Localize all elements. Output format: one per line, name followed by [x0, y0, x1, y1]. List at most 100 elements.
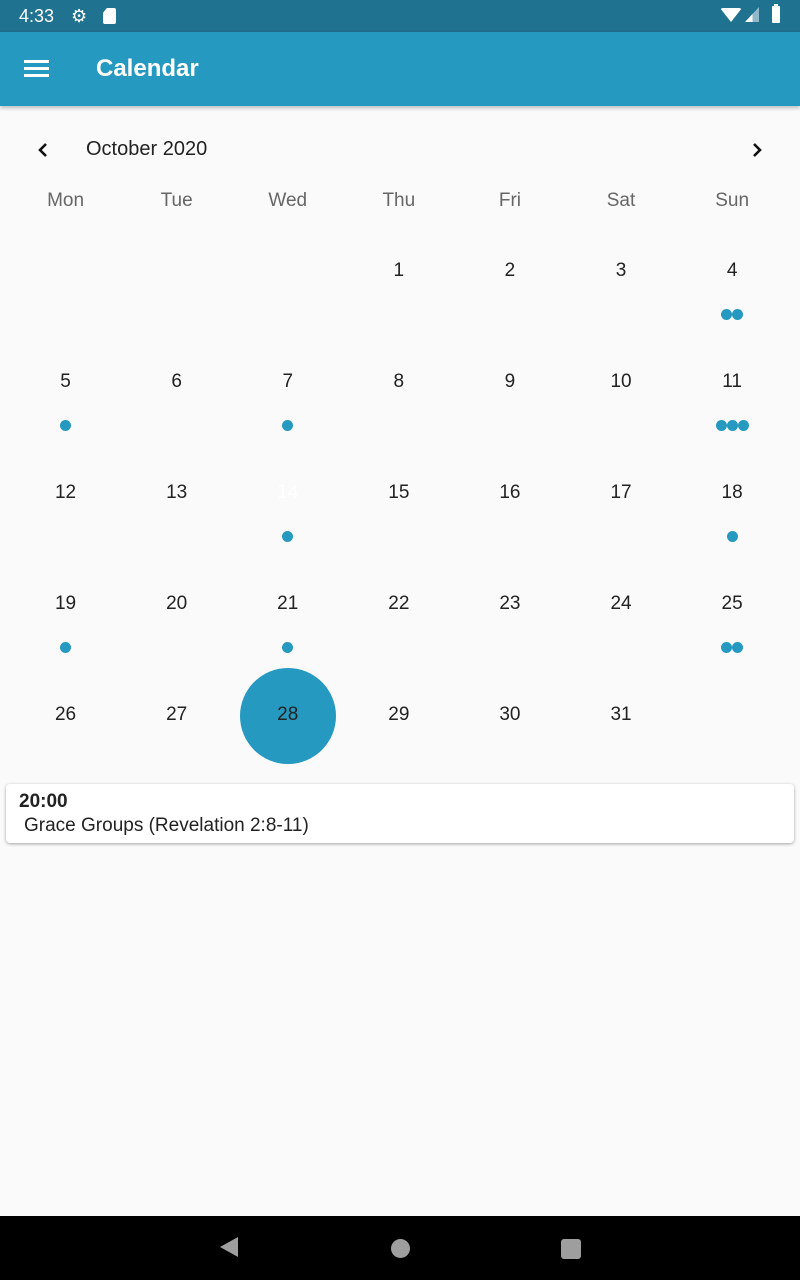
day-cell[interactable]: 12	[10, 449, 121, 560]
day-cell[interactable]: 27	[121, 671, 232, 782]
day-number: 28	[277, 704, 299, 725]
back-icon[interactable]	[220, 1237, 238, 1257]
recents-icon[interactable]	[561, 1239, 581, 1259]
day-cell[interactable]: 2	[454, 227, 565, 338]
day-cell[interactable]: 8	[343, 338, 454, 449]
day-cell[interactable]: 23	[454, 560, 565, 671]
day-number: 2	[504, 260, 516, 281]
day-cell[interactable]: 26	[10, 671, 121, 782]
day-number: 13	[166, 482, 188, 503]
day-cell[interactable]: 25	[677, 560, 788, 671]
day-cell[interactable]: 22	[343, 560, 454, 671]
day-cell[interactable]: 28	[232, 671, 343, 782]
day-cell[interactable]: 24	[565, 560, 676, 671]
weekday-label: Sun	[715, 190, 750, 211]
calendar-week-row: 26 27 28 29 30 31	[10, 671, 788, 782]
day-cell[interactable]: 31	[565, 671, 676, 782]
day-number: 3	[615, 260, 627, 281]
calendar-week-row: 5 6 7 8 9 10 11	[10, 338, 788, 449]
day-number: 24	[610, 593, 632, 614]
day-number: 4	[726, 260, 738, 281]
day-number: 27	[166, 704, 188, 725]
system-nav-bar	[0, 1216, 800, 1280]
weekday-label: Mon	[47, 190, 85, 211]
day-number: 29	[388, 704, 410, 725]
day-cell[interactable]: 16	[454, 449, 565, 560]
chevron-right-icon	[753, 143, 762, 157]
day-number: 6	[171, 371, 182, 392]
day-cell[interactable]: 14	[232, 449, 343, 764]
day-number: 17	[610, 482, 632, 503]
event-time: 20:00	[19, 791, 68, 812]
next-month-button[interactable]	[737, 130, 777, 170]
day-number: 19	[54, 593, 77, 614]
status-bar: 4:33 ⚙	[0, 0, 800, 32]
app-bar: Calendar	[0, 32, 800, 106]
day-cell[interactable]: 21	[232, 560, 343, 671]
event-dot	[715, 420, 727, 431]
day-cell[interactable]: 3	[565, 227, 676, 338]
month-title: October 2020	[86, 138, 208, 160]
day-number: 31	[610, 704, 632, 725]
day-number: 8	[393, 371, 405, 392]
day-cell[interactable]: 29	[343, 671, 454, 782]
event-dot	[732, 309, 744, 320]
sd-card-icon	[103, 8, 116, 24]
event-card[interactable]: 20:00 Grace Groups (Revelation 2:8-11)	[6, 784, 794, 843]
event-dot	[726, 420, 738, 431]
day-cell[interactable]: 30	[454, 671, 565, 782]
event-dot	[60, 420, 72, 431]
day-cell[interactable]: 9	[454, 338, 565, 449]
event-dot	[282, 642, 294, 653]
calendar-week-row: 19 20 21 22 23 24 25	[10, 560, 788, 671]
event-indicator	[677, 642, 788, 653]
day-cell[interactable]: 17	[565, 449, 676, 560]
weekday-label: Thu	[382, 190, 416, 211]
event-dot	[721, 642, 733, 653]
day-cell[interactable]: 11	[677, 338, 788, 449]
home-icon[interactable]	[391, 1239, 410, 1258]
status-time: 4:33	[19, 6, 55, 26]
day-cell[interactable]: 6	[121, 338, 232, 449]
day-number: 25	[721, 593, 743, 614]
menu-button[interactable]	[20, 54, 54, 84]
day-cell[interactable]: 5	[10, 338, 121, 449]
event-dot	[282, 420, 294, 431]
day-cell[interactable]: 18	[677, 449, 788, 560]
day-number: 12	[54, 482, 77, 503]
day-number: 16	[499, 482, 521, 503]
event-dot	[732, 642, 744, 653]
app-title: Calendar	[96, 55, 199, 82]
event-indicator	[10, 642, 121, 653]
empty-day-cell	[677, 671, 788, 782]
day-cell[interactable]: 10	[565, 338, 676, 449]
event-indicator	[232, 531, 343, 542]
day-number: 14	[277, 482, 299, 503]
day-cell[interactable]: 15	[343, 449, 454, 560]
day-cell[interactable]: 20	[121, 560, 232, 671]
day-cell[interactable]: 1	[343, 227, 454, 338]
event-indicator	[232, 420, 343, 431]
month-header: October 2020	[0, 128, 800, 172]
day-cell[interactable]: 4	[677, 227, 788, 338]
event-dot	[60, 642, 72, 653]
event-dot	[282, 531, 294, 542]
previous-month-button[interactable]	[23, 130, 63, 170]
weekday-label: Fri	[498, 190, 521, 211]
cell-signal-icon	[745, 7, 759, 22]
day-cell[interactable]: 13	[121, 449, 232, 560]
event-indicator	[677, 309, 788, 320]
event-dot	[282, 753, 294, 764]
empty-day-cell	[232, 227, 343, 338]
event-title: Grace Groups (Revelation 2:8-11)	[24, 815, 309, 836]
day-number: 9	[504, 371, 516, 392]
calendar-week-row: 12 13 14 15 16 17 18	[10, 449, 788, 764]
day-number: 1	[393, 260, 405, 281]
day-number: 22	[388, 593, 410, 614]
day-number: 23	[499, 593, 521, 614]
day-cell[interactable]: 7	[232, 338, 343, 449]
day-cell[interactable]: 19	[10, 560, 121, 671]
event-indicator	[232, 753, 343, 764]
gear-icon: ⚙	[71, 6, 88, 26]
day-number: 20	[166, 593, 188, 614]
